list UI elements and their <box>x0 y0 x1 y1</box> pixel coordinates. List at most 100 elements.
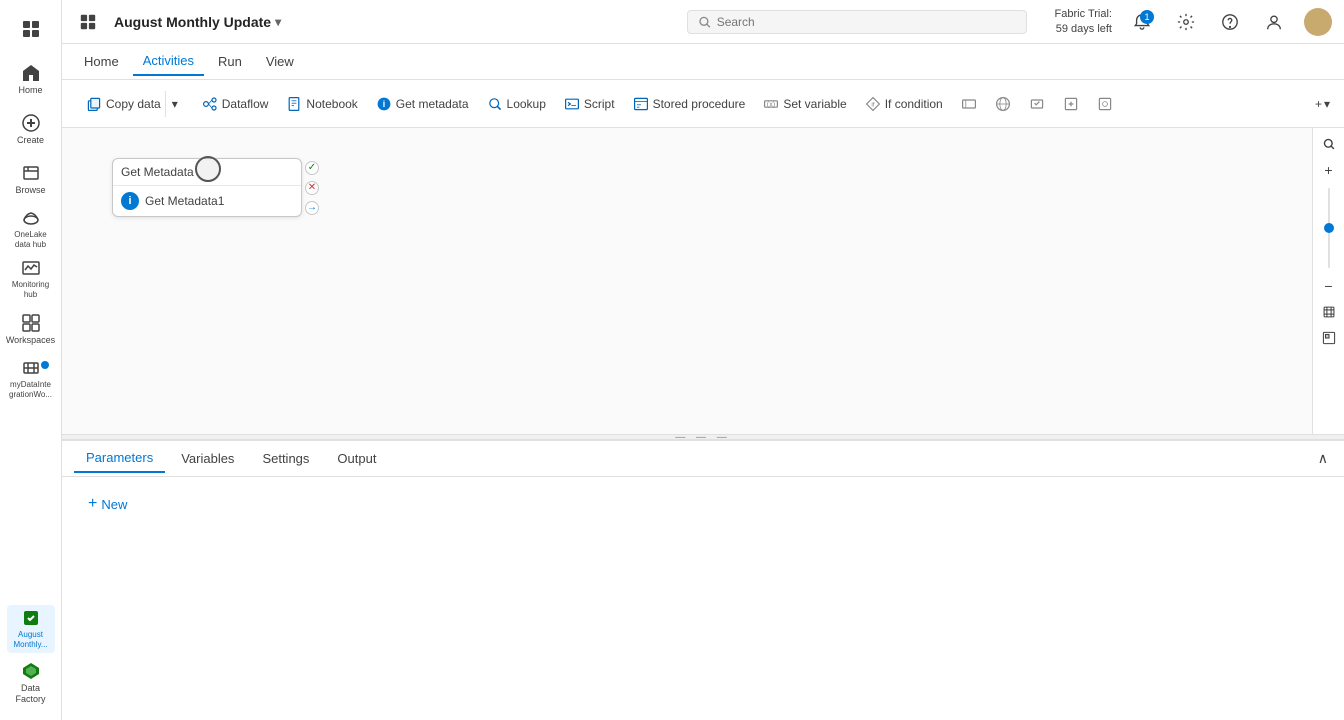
zoom-slider[interactable] <box>1328 188 1330 268</box>
lookup-label: Lookup <box>507 97 546 111</box>
sidebar-data-factory-button[interactable]: Data Factory <box>7 659 55 707</box>
bottom-panel-tabs: Parameters Variables Settings Output ∧ <box>62 441 1344 477</box>
tab-settings[interactable]: Settings <box>250 445 321 472</box>
more-activities-button[interactable]: + ▾ <box>1309 91 1336 117</box>
svg-text:(x): (x) <box>767 99 775 108</box>
extra-button1[interactable] <box>1021 90 1053 118</box>
extra-icon2 <box>1063 96 1079 112</box>
tab-output[interactable]: Output <box>325 445 388 472</box>
sidebar-bottom: August Monthly... Data Factory <box>7 604 55 716</box>
help-button[interactable] <box>1216 8 1244 36</box>
set-variable-icon: (x) <box>763 96 779 112</box>
zoom-out-button[interactable]: − <box>1317 274 1341 298</box>
canvas-area[interactable]: Get Metadata i Get Metadata1 ✓ ✕ → <box>62 128 1312 434</box>
sidebar-create-label: Create <box>17 135 44 146</box>
new-label: New <box>101 497 127 512</box>
if-condition-icon: if <box>865 96 881 112</box>
new-plus-icon: + <box>88 495 97 513</box>
failure-connector[interactable]: ✕ <box>305 181 319 195</box>
menu-view[interactable]: View <box>256 48 304 75</box>
lookup-icon <box>487 96 503 112</box>
bottom-panel: Parameters Variables Settings Output ∧ +… <box>62 440 1344 720</box>
node-header[interactable]: Get Metadata <box>113 159 301 186</box>
main-content: August Monthly Update ▾ Fabric Trial: 59… <box>62 0 1344 720</box>
sidebar-create-button[interactable]: Create <box>7 105 55 153</box>
node-activity-name: Get Metadata1 <box>145 194 224 208</box>
topbar: August Monthly Update ▾ Fabric Trial: 59… <box>62 0 1344 44</box>
tab-variables[interactable]: Variables <box>169 445 246 472</box>
script-label: Script <box>584 97 615 111</box>
new-parameter-button[interactable]: + New <box>78 489 1328 519</box>
dataflow-button[interactable]: Dataflow <box>194 90 277 118</box>
get-metadata-node[interactable]: Get Metadata i Get Metadata1 ✓ ✕ → <box>112 158 302 217</box>
script-icon <box>564 96 580 112</box>
zoom-thumb[interactable] <box>1324 223 1334 233</box>
topbar-right: Fabric Trial: 59 days left 1 <box>1055 7 1332 36</box>
node-info-icon: i <box>121 192 139 210</box>
menu-run[interactable]: Run <box>208 48 252 75</box>
tab-parameters[interactable]: Parameters <box>74 444 165 473</box>
sidebar-workspaces-button[interactable]: Workspaces <box>7 305 55 353</box>
collapse-panel-button[interactable]: ∧ <box>1314 446 1332 471</box>
topbar-title[interactable]: August Monthly Update ▾ <box>114 14 281 30</box>
copy-data-chevron-icon[interactable]: ▾ <box>165 91 184 117</box>
copy-data-button[interactable]: Copy data ▾ <box>70 84 192 124</box>
notification-badge: 1 <box>1140 10 1154 24</box>
toolbar: Copy data ▾ Dataflow Notebook i Get meta… <box>62 80 1344 128</box>
notebook-button[interactable]: Notebook <box>278 90 365 118</box>
search-icon <box>698 15 711 29</box>
arrow-connector[interactable]: → <box>305 201 319 215</box>
canvas-row: Get Metadata i Get Metadata1 ✓ ✕ → <box>62 128 1344 434</box>
copy-data-label: Copy data <box>106 97 161 111</box>
more-label: + <box>1315 97 1322 111</box>
sidebar-august-monthly-button[interactable]: August Monthly... <box>7 605 55 653</box>
script-button[interactable]: Script <box>556 90 623 118</box>
lookup-button[interactable]: Lookup <box>479 90 554 118</box>
fabric-trial-text: Fabric Trial: 59 days left <box>1055 7 1112 36</box>
notifications-button[interactable]: 1 <box>1128 8 1156 36</box>
get-metadata-button[interactable]: i Get metadata <box>368 90 477 118</box>
more-chevron-icon: ▾ <box>1324 97 1330 111</box>
notebook-icon <box>286 96 302 112</box>
node-header-label: Get Metadata <box>121 165 194 179</box>
web-icon <box>995 96 1011 112</box>
minimap-button[interactable] <box>1317 326 1341 350</box>
bottom-panel-body: + New <box>62 477 1344 720</box>
node-body: i Get Metadata1 <box>113 186 301 216</box>
sidebar-integration-button[interactable]: myDataInte grationWo... <box>7 355 55 403</box>
web-button[interactable] <box>987 90 1019 118</box>
sidebar-apps-button[interactable] <box>7 5 55 53</box>
account-button[interactable] <box>1260 8 1288 36</box>
sidebar-data-factory-label: Data Factory <box>7 683 55 705</box>
get-metadata-icon: i <box>376 96 392 112</box>
svg-text:i: i <box>383 99 385 109</box>
search-bar[interactable] <box>687 10 1027 34</box>
sidebar-browse-button[interactable]: Browse <box>7 155 55 203</box>
get-metadata-label: Get metadata <box>396 97 469 111</box>
extra-icon3 <box>1097 96 1113 112</box>
user-avatar[interactable] <box>1304 8 1332 36</box>
apps-grid-button[interactable] <box>74 8 102 36</box>
extra-button2[interactable] <box>1055 90 1087 118</box>
search-input[interactable] <box>717 15 1016 29</box>
dataflow-icon <box>202 96 218 112</box>
set-variable-button[interactable]: (x) Set variable <box>755 90 854 118</box>
extra-button3[interactable] <box>1089 90 1121 118</box>
title-chevron-icon: ▾ <box>275 15 281 29</box>
sidebar-onelake-button[interactable]: OneLake data hub <box>7 205 55 253</box>
sidebar-home-button[interactable]: Home <box>7 55 55 103</box>
menu-activities[interactable]: Activities <box>133 47 204 76</box>
success-connector[interactable]: ✓ <box>305 161 319 175</box>
sidebar-monitoring-label: Monitoring hub <box>7 280 55 299</box>
stored-procedure-button[interactable]: Stored procedure <box>625 90 754 118</box>
fit-view-button[interactable] <box>1317 300 1341 324</box>
sidebar-browse-label: Browse <box>15 185 45 196</box>
if-condition-button[interactable]: if If condition <box>857 90 951 118</box>
zoom-in-button[interactable]: + <box>1317 158 1341 182</box>
search-zoom-button[interactable] <box>1317 132 1341 156</box>
sidebar-monitoring-button[interactable]: Monitoring hub <box>7 255 55 303</box>
notebook-label: Notebook <box>306 97 357 111</box>
settings-button[interactable] <box>1172 8 1200 36</box>
menu-home[interactable]: Home <box>74 48 129 75</box>
pipeline-ref-button[interactable] <box>953 90 985 118</box>
